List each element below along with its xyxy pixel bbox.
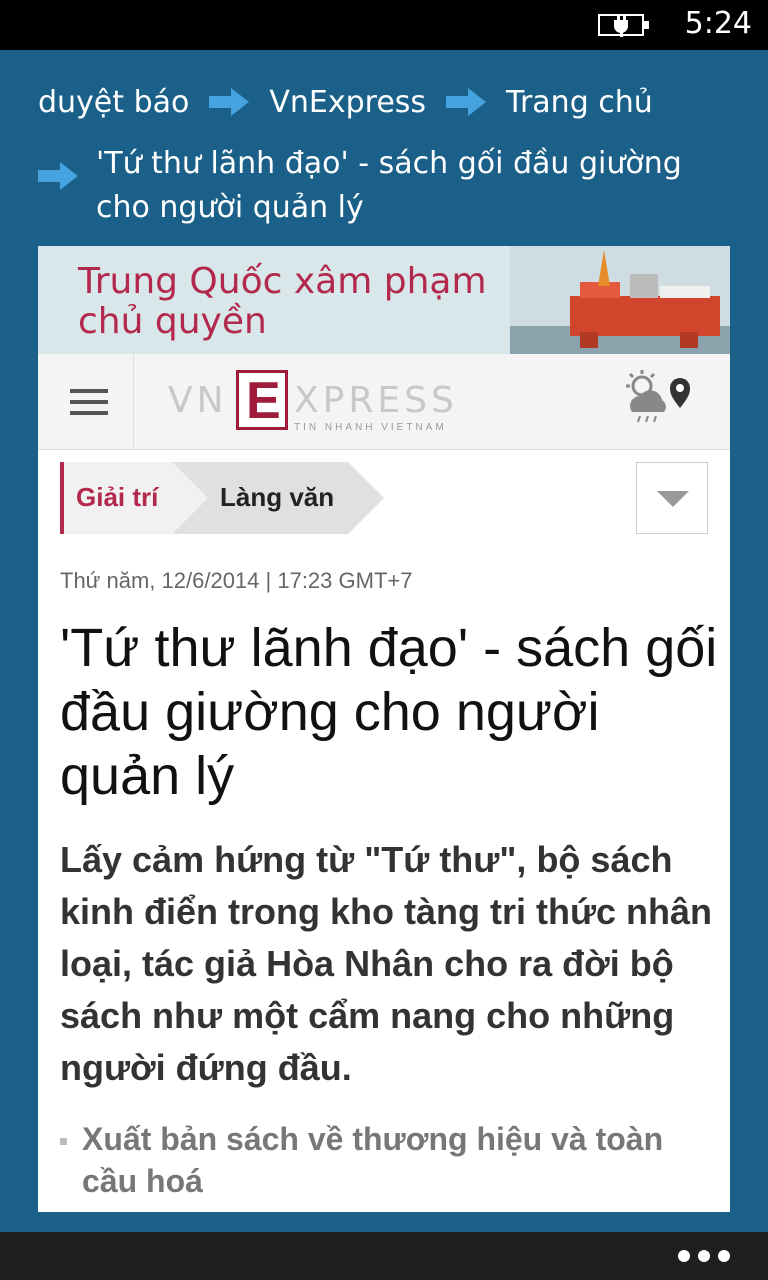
site-header: VN E XPRESS TIN NHANH VIETNAM xyxy=(38,354,730,450)
web-page[interactable]: Trung Quốc xâm phạm chủ quyền VN E XPRES… xyxy=(38,246,730,1212)
vnexpress-logo[interactable]: VN E XPRESS TIN NHANH VIETNAM xyxy=(168,370,498,434)
weather-location-icon[interactable] xyxy=(622,368,694,428)
bullet-icon xyxy=(60,1138,67,1145)
arrow-right-icon xyxy=(38,162,78,190)
banner-headline: Trung Quốc xâm phạm chủ quyền xyxy=(78,261,487,342)
article-title: 'Tứ thư lãnh đạo' - sách gối đầu giường … xyxy=(60,618,718,806)
related-article-title[interactable]: Xuất bản sách về thương hiệu và toàn cầu… xyxy=(82,1118,720,1202)
related-article-link[interactable]: Xuất bản sách về thương hiệu và toàn cầu… xyxy=(60,1118,720,1202)
hamburger-menu-icon[interactable] xyxy=(38,354,134,450)
ad-banner[interactable]: Trung Quốc xâm phạm chủ quyền xyxy=(38,246,730,354)
category-breadcrumb: Làng văn Giải trí xyxy=(60,462,384,534)
breadcrumb-item-vnexpress[interactable]: VnExpress xyxy=(269,85,426,120)
category-dropdown-button[interactable] xyxy=(636,462,708,534)
oil-rig-image xyxy=(510,246,730,354)
breadcrumb: duyệt báo VnExpress Trang chủ xyxy=(38,82,653,122)
tab-giai-tri-label: Giải trí xyxy=(76,482,159,512)
breadcrumb-current-title: 'Tứ thư lãnh đạo' - sách gối đầu giường … xyxy=(96,146,682,225)
status-bar: 5:24 xyxy=(0,0,768,50)
clock: 5:24 xyxy=(684,6,752,41)
battery-charging-icon xyxy=(598,14,649,37)
browser-app: duyệt báo VnExpress Trang chủ 'Tứ thư lã… xyxy=(0,50,768,1232)
article-dateline: Thứ năm, 12/6/2014 | 17:23 GMT+7 xyxy=(60,568,413,593)
breadcrumb-item-trang-chu[interactable]: Trang chủ xyxy=(506,85,653,120)
breadcrumb-item-duyet-bao[interactable]: duyệt báo xyxy=(38,85,189,120)
breadcrumb-current-page: 'Tứ thư lãnh đạo' - sách gối đầu giường … xyxy=(38,142,738,230)
tab-lang-van-label: Làng văn xyxy=(220,482,335,512)
chevron-down-icon xyxy=(657,491,689,507)
article-lead: Lấy cảm hứng từ "Tứ thư", bộ sách kinh đ… xyxy=(60,839,713,1088)
arrow-right-icon xyxy=(446,88,487,116)
app-bar xyxy=(0,1232,768,1280)
more-dots-icon[interactable] xyxy=(678,1250,730,1262)
arrow-right-icon xyxy=(209,88,250,116)
